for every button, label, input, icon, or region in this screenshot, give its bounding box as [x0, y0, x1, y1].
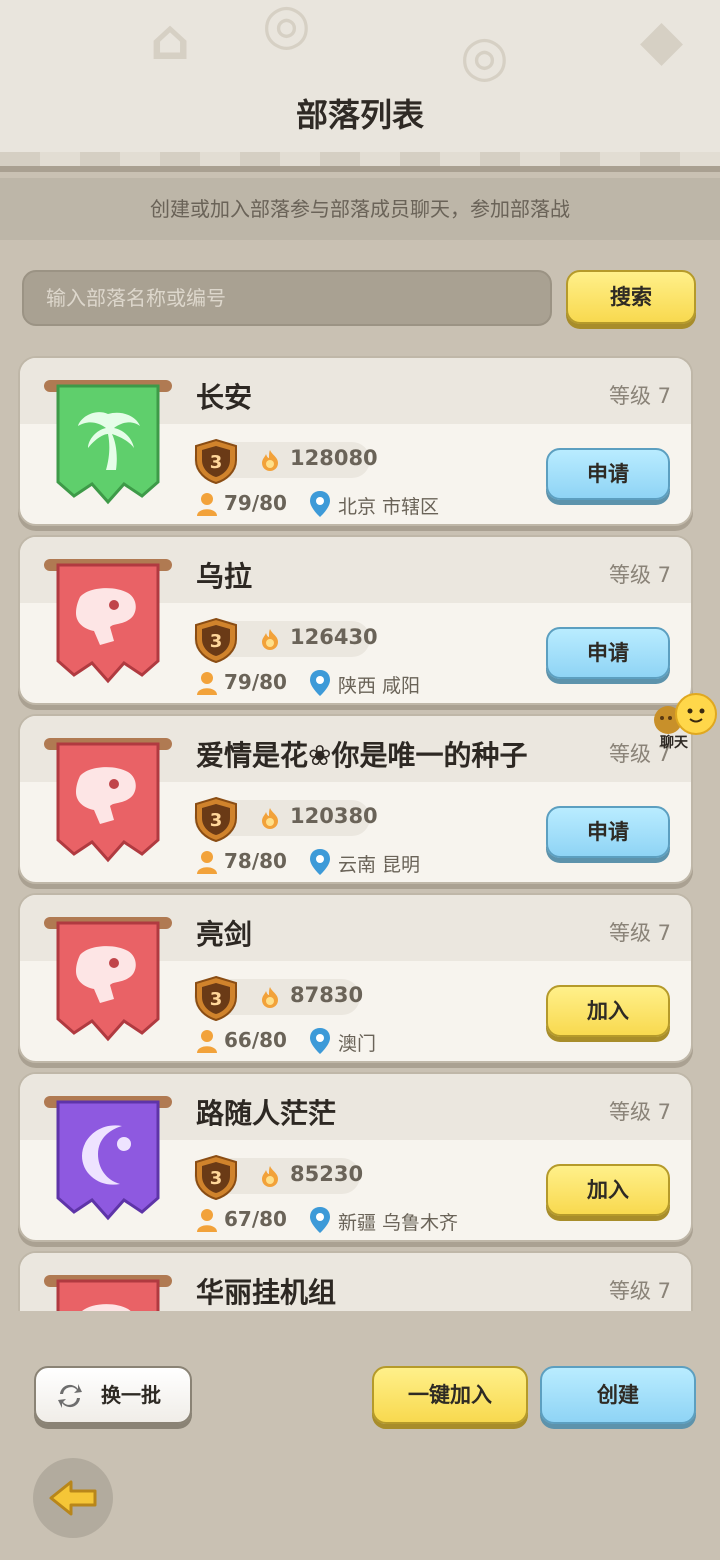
clan-name: 长安 [196, 381, 253, 414]
location-pin-icon [310, 1028, 330, 1054]
clan-name: 亮剑 [196, 918, 253, 951]
clan-banner-moon-icon [44, 1096, 172, 1221]
clan-banner-dino-icon [44, 738, 172, 863]
fire-icon [262, 450, 278, 471]
header-ridge [0, 152, 720, 166]
clan-card[interactable]: 长安 等级 7 3 128080 79/80 北京 市辖区 申请 [18, 356, 693, 526]
clan-list[interactable]: 长安 等级 7 3 128080 79/80 北京 市辖区 申请 乌拉 等级 7… [0, 356, 720, 1311]
rank-number: 3 [210, 989, 223, 1010]
decoration-glyph: ◎ [262, 0, 311, 57]
clan-banner-dino-icon [44, 559, 172, 684]
clan-name: 爱情是花❀你是唯一的种子 [196, 739, 528, 772]
clan-level: 等级 7 [608, 1100, 671, 1124]
clan-level: 等级 7 [608, 563, 671, 587]
rank-score-pill: 3 126430 [194, 617, 378, 663]
members-icon [197, 851, 217, 874]
clan-score: 128080 [290, 446, 378, 470]
apply-button[interactable]: 申请 [546, 806, 670, 858]
search-input[interactable]: 输入部落名称或编号 [22, 270, 552, 326]
clan-name: 路随人茫茫 [196, 1097, 337, 1130]
rank-shield-icon: 3 [195, 796, 237, 842]
rank-shield-icon: 3 [195, 438, 237, 484]
one-key-join-button[interactable]: 一键加入 [372, 1366, 528, 1424]
create-button[interactable]: 创建 [540, 1366, 696, 1424]
apply-button[interactable]: 申请 [546, 627, 670, 679]
clan-score: 120380 [290, 804, 378, 828]
arrow-left-icon [49, 1480, 97, 1516]
rank-shield-icon: 3 [195, 1154, 237, 1200]
page-title: 部落列表 [295, 96, 424, 134]
members-icon [197, 1209, 217, 1232]
clan-score: 87830 [290, 983, 364, 1007]
clan-location: 北京 市辖区 [338, 496, 440, 518]
clan-location: 云南 昆明 [338, 854, 421, 876]
fire-icon [262, 808, 278, 829]
fire-icon [262, 629, 278, 650]
clan-card[interactable]: 路随人茫茫 等级 7 3 85230 67/80 新疆 乌鲁木齐 加入 [18, 1072, 693, 1242]
clan-members: 79/80 [224, 670, 287, 694]
clan-location: 新疆 乌鲁木齐 [338, 1212, 459, 1234]
refresh-button[interactable]: 换一批 [34, 1366, 192, 1424]
clan-level: 等级 7 [608, 1279, 671, 1303]
clan-members: 66/80 [224, 1028, 287, 1052]
location-pin-icon [310, 849, 330, 875]
search-button[interactable]: 搜索 [566, 270, 696, 324]
apply-button[interactable]: 申请 [546, 448, 670, 500]
clan-members: 79/80 [224, 491, 287, 515]
clan-card[interactable]: 亮剑 等级 7 3 87830 66/80 澳门 加入 [18, 893, 693, 1063]
back-button[interactable] [33, 1458, 113, 1538]
clan-banner-dino-icon [44, 917, 172, 1042]
fire-icon [262, 987, 278, 1008]
clan-card[interactable]: 华丽挂机组 等级 7 [18, 1251, 693, 1311]
rank-score-pill: 3 128080 [194, 438, 378, 484]
location-pin-icon [310, 491, 330, 517]
decoration-glyph: ◆ [640, 8, 684, 73]
rank-score-pill: 3 85230 [194, 1154, 364, 1200]
rank-number: 3 [210, 631, 223, 652]
clan-members: 78/80 [224, 849, 287, 873]
members-icon [197, 672, 217, 695]
location-pin-icon [310, 1207, 330, 1233]
clan-banner-dino-icon [44, 1275, 172, 1311]
rank-score-pill: 3 120380 [194, 796, 378, 842]
clan-location: 陕西 咸阳 [338, 675, 421, 697]
clan-location: 澳门 [338, 1033, 377, 1055]
refresh-label: 换一批 [101, 1383, 161, 1407]
clan-level: 等级 7 [608, 921, 671, 945]
clan-name: 乌拉 [196, 560, 253, 593]
clan-score: 126430 [290, 625, 378, 649]
rank-number: 3 [210, 1168, 223, 1189]
decoration-glyph: ◎ [460, 24, 509, 89]
clan-card[interactable]: 爱情是花❀你是唯一的种子 等级 7 3 120380 78/80 云南 昆明 申… [18, 714, 693, 884]
clan-score: 85230 [290, 1162, 364, 1186]
clan-name: 华丽挂机组 [196, 1276, 337, 1309]
rank-number: 3 [210, 810, 223, 831]
join-button[interactable]: 加入 [546, 1164, 670, 1216]
members-icon [197, 1030, 217, 1053]
clan-banner-palm-icon [44, 380, 172, 505]
header: ⌂ ◎ ◎ ◆ 部落列表 [0, 0, 720, 172]
rank-number: 3 [210, 452, 223, 473]
rank-shield-icon: 3 [195, 617, 237, 663]
clan-level: 等级 7 [608, 384, 671, 408]
members-icon [197, 493, 217, 516]
rank-score-pill: 3 87830 [194, 975, 364, 1021]
clan-members: 67/80 [224, 1207, 287, 1231]
decoration-glyph: ⌂ [150, 8, 191, 73]
chat-label[interactable]: 聊天 [660, 732, 688, 752]
page-subtitle: 创建或加入部落参与部落成员聊天，参加部落战 [0, 178, 720, 240]
location-pin-icon [310, 670, 330, 696]
join-button[interactable]: 加入 [546, 985, 670, 1037]
refresh-icon [58, 1384, 82, 1408]
clan-card[interactable]: 乌拉 等级 7 3 126430 79/80 陕西 咸阳 申请 [18, 535, 693, 705]
fire-icon [262, 1166, 278, 1187]
rank-shield-icon: 3 [195, 975, 237, 1021]
